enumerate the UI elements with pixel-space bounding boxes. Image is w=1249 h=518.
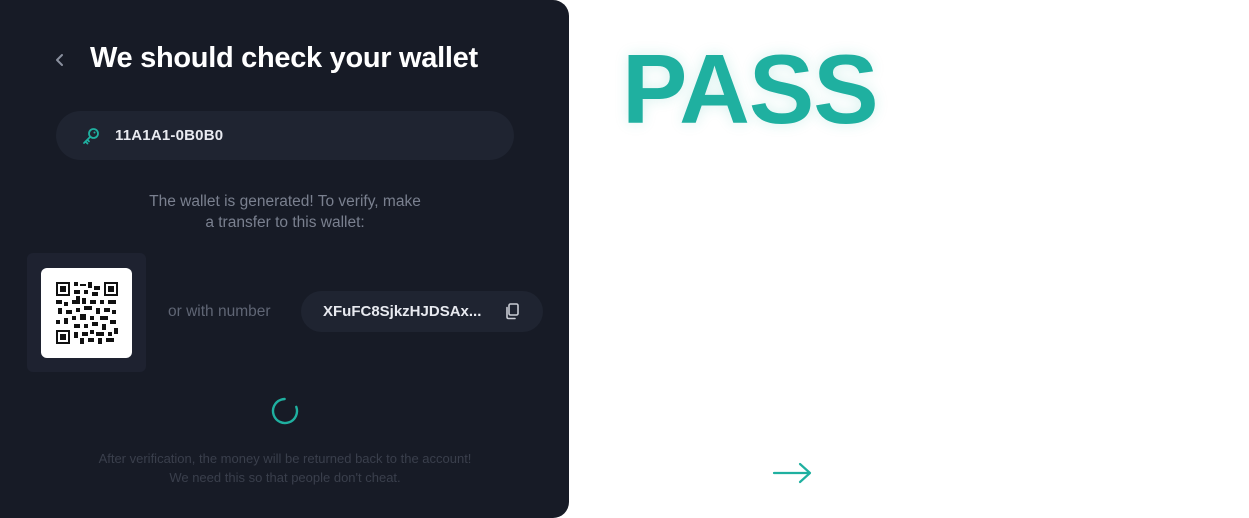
- chevron-left-icon: [56, 54, 63, 66]
- info-text-line-1: The wallet is generated! To verify, make: [149, 193, 421, 210]
- copy-button[interactable]: [503, 303, 521, 321]
- copy-icon: [506, 303, 519, 320]
- footnote-line-2: We need this so that people don't cheat.: [169, 470, 401, 485]
- qr-code-container: [27, 253, 146, 372]
- page: We should check your wallet 11A1A1-0B0B0…: [0, 0, 1249, 518]
- or-with-number-label: or with number: [168, 303, 271, 320]
- back-button[interactable]: [48, 48, 72, 72]
- footnote-line-1: After verification, the money will be re…: [98, 451, 472, 466]
- wallet-address-value: XFuFC8SjkzHJDSAx...: [323, 303, 482, 320]
- footnote: After verification, the money will be re…: [60, 449, 510, 487]
- arrow-right-icon[interactable]: [772, 460, 814, 486]
- pass-label: PASS: [622, 34, 879, 144]
- wallet-address-field[interactable]: XFuFC8SjkzHJDSAx...: [301, 291, 543, 332]
- info-text-line-2: a transfer to this wallet:: [205, 214, 365, 231]
- qr-code[interactable]: [41, 268, 132, 358]
- key-value: 11A1A1-0B0B0: [115, 127, 224, 144]
- loading-spinner-icon: [271, 397, 299, 425]
- wallet-check-dialog: We should check your wallet 11A1A1-0B0B0…: [0, 0, 569, 518]
- dialog-title: We should check your wallet: [90, 42, 478, 74]
- info-text: The wallet is generated! To verify, make…: [100, 191, 470, 233]
- key-field[interactable]: 11A1A1-0B0B0: [56, 111, 514, 160]
- qr-code-icon: [55, 282, 118, 344]
- key-icon: [81, 126, 101, 146]
